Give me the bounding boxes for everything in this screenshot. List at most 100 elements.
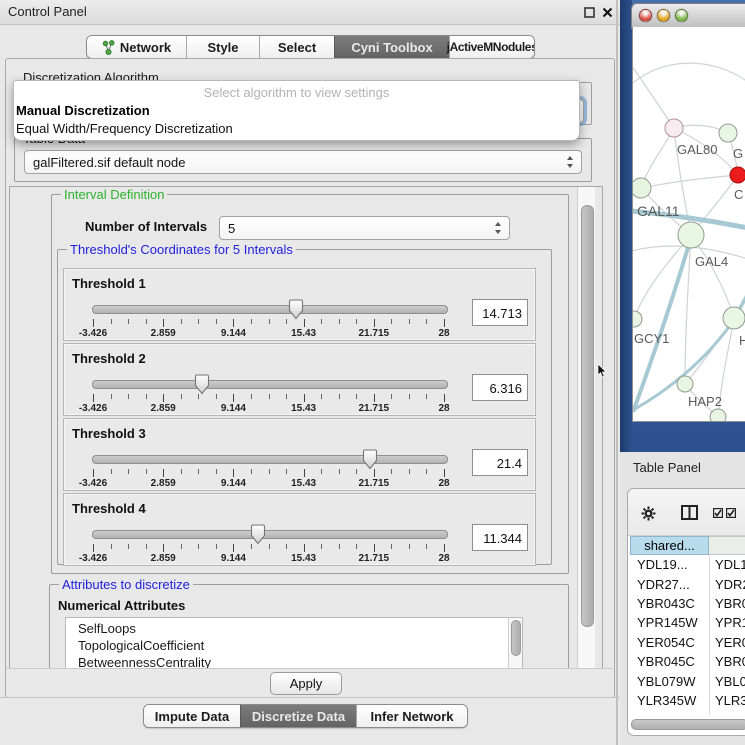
cyni-mode-tabs: Impute Data Discretize Data Infer Networ… bbox=[143, 704, 468, 728]
split-view-icon[interactable] bbox=[681, 505, 698, 521]
network-node-c[interactable] bbox=[730, 167, 745, 183]
network-node-label: G bbox=[733, 146, 743, 161]
settings-vertical-scrollbar[interactable] bbox=[577, 187, 595, 669]
network-node-hap2[interactable] bbox=[677, 376, 693, 392]
network-node[interactable] bbox=[710, 409, 726, 421]
table-row[interactable]: YPR145WYPR1 bbox=[630, 613, 745, 632]
settings-scrollpane: Interval Definition Number of Intervals … bbox=[9, 186, 603, 670]
combo-arrows-icon bbox=[567, 156, 574, 168]
tab-discretize-data-label: Discretize Data bbox=[252, 709, 345, 724]
table-row[interactable]: YER054CYER0 bbox=[630, 633, 745, 652]
tab-discretize-data[interactable]: Discretize Data bbox=[240, 705, 356, 727]
tab-impute-data[interactable]: Impute Data bbox=[144, 705, 240, 727]
threshold-slider-track[interactable] bbox=[92, 380, 448, 389]
network-canvas[interactable]: GAL80GCGAL11GAL4GCY1HHAP2 bbox=[632, 27, 745, 422]
table-row[interactable]: YBR043CYBR0 bbox=[630, 594, 745, 613]
slider-thumb[interactable] bbox=[194, 374, 210, 395]
table-rows[interactable]: YDL19...YDL1YDR27...YDR2YBR043CYBR0YPR14… bbox=[630, 555, 745, 715]
number-of-intervals-combobox[interactable]: 5 bbox=[219, 216, 510, 240]
checkbox-checked-icon-2[interactable] bbox=[726, 508, 736, 518]
threshold-panel: Threshold 2 -3.4262.8599.14415.4321.7152… bbox=[63, 343, 536, 416]
attributes-list-items: SelfLoopsTopologicalCoefficientBetweenne… bbox=[66, 618, 522, 670]
tab-jactivemnodules-label: jActiveMNodules bbox=[447, 40, 535, 54]
threshold-value-field[interactable]: 21.4 bbox=[472, 449, 528, 476]
table-row[interactable]: YDL19...YDL1 bbox=[630, 555, 745, 574]
table-row[interactable]: YBL079WYBL0 bbox=[630, 671, 745, 690]
column-header-name[interactable]: n bbox=[709, 536, 745, 555]
tab-select[interactable]: Select bbox=[259, 36, 334, 58]
attribute-list-item[interactable]: SelfLoops bbox=[66, 620, 522, 637]
close-traffic-light[interactable] bbox=[639, 9, 652, 22]
network-node-label: C bbox=[734, 187, 743, 202]
network-node-label: H bbox=[739, 333, 745, 348]
algorithm-dropdown-popup: Select algorithm to view settings Manual… bbox=[13, 80, 580, 141]
attribute-list-item[interactable]: TopologicalCoefficient bbox=[66, 637, 522, 654]
combo-arrows-icon bbox=[495, 222, 502, 234]
network-node-gcy1[interactable] bbox=[633, 311, 642, 327]
slider-thumb[interactable] bbox=[250, 524, 266, 545]
zoom-traffic-light[interactable] bbox=[675, 9, 688, 22]
interval-definition-label: Interval Definition bbox=[61, 187, 167, 202]
panel-title: Control Panel bbox=[8, 4, 87, 19]
bottom-divider bbox=[0, 697, 620, 698]
threshold-label: Threshold 3 bbox=[72, 426, 146, 441]
network-node-label: GAL4 bbox=[695, 254, 728, 269]
network-window-titlebar[interactable] bbox=[631, 3, 745, 29]
threshold-label: Threshold 1 bbox=[72, 276, 146, 291]
tab-network[interactable]: Network bbox=[87, 36, 186, 58]
table-row[interactable]: YDR27...YDR2 bbox=[630, 574, 745, 593]
network-icon bbox=[102, 40, 115, 55]
network-edge[interactable] bbox=[634, 235, 691, 319]
column-header-shared-name[interactable]: shared... bbox=[630, 536, 709, 555]
network-node-gal11[interactable] bbox=[633, 178, 651, 198]
threshold-slider-track[interactable] bbox=[92, 530, 448, 539]
network-node-gal80[interactable] bbox=[665, 119, 683, 137]
threshold-label: Threshold 4 bbox=[72, 501, 146, 516]
network-node-h[interactable] bbox=[723, 307, 745, 329]
network-edge[interactable] bbox=[633, 62, 674, 128]
popup-option-manual-discretization[interactable]: Manual Discretization bbox=[14, 102, 579, 120]
tab-style[interactable]: Style bbox=[186, 36, 259, 58]
tab-cyni-toolbox[interactable]: Cyni Toolbox bbox=[334, 36, 449, 58]
close-icon[interactable] bbox=[602, 7, 613, 18]
scrollbar-thumb[interactable] bbox=[581, 205, 594, 627]
threshold-value-field[interactable]: 6.316 bbox=[472, 374, 528, 401]
table-row[interactable]: YBR045CYBR0 bbox=[630, 652, 745, 671]
table-data-combobox[interactable]: galFiltered.sif default node bbox=[24, 150, 582, 174]
float-window-icon[interactable] bbox=[584, 7, 595, 18]
numerical-attributes-list[interactable]: SelfLoopsTopologicalCoefficientBetweenne… bbox=[65, 617, 523, 670]
network-node-gal4[interactable] bbox=[678, 222, 704, 248]
control-panel-tabs: Network Style Select Cyni Toolbox jActiv… bbox=[86, 35, 535, 59]
checkbox-checked-icon[interactable] bbox=[713, 508, 723, 518]
popup-option-equal-width-frequency[interactable]: Equal Width/Frequency Discretization bbox=[14, 120, 579, 138]
column-divider bbox=[709, 555, 710, 715]
slider-thumb[interactable] bbox=[288, 299, 304, 320]
threshold-value-field[interactable]: 14.713 bbox=[472, 299, 528, 326]
tab-jactivemnodules[interactable]: jActiveMNodules bbox=[449, 36, 534, 58]
tab-infer-network[interactable]: Infer Network bbox=[356, 705, 467, 727]
network-edge[interactable] bbox=[641, 175, 738, 188]
attributes-list-scrollbar[interactable] bbox=[508, 618, 522, 670]
horizontal-scrollbar[interactable] bbox=[630, 718, 745, 730]
minimize-traffic-light[interactable] bbox=[657, 9, 670, 22]
thresholds-group-label: Threshold's Coordinates for 5 Intervals bbox=[67, 242, 296, 257]
network-node-g[interactable] bbox=[719, 124, 737, 142]
network-node-label: GAL80 bbox=[677, 142, 717, 157]
threshold-slider-track[interactable] bbox=[92, 455, 448, 464]
gear-icon[interactable] bbox=[641, 506, 656, 521]
table-panel-title: Table Panel bbox=[633, 460, 701, 475]
apply-bar: Apply bbox=[6, 668, 613, 696]
threshold-panel: Threshold 1 -3.4262.8599.14415.4321.7152… bbox=[63, 268, 536, 341]
attributes-group-label: Attributes to discretize bbox=[59, 577, 193, 592]
panel-splitter[interactable] bbox=[616, 0, 618, 745]
threshold-label: Threshold 2 bbox=[72, 351, 146, 366]
table-row[interactable]: YLR345WYLR3 bbox=[630, 691, 745, 710]
table-data-value: galFiltered.sif default node bbox=[33, 155, 185, 170]
table-row[interactable]: YIL052CYIL0 bbox=[630, 710, 745, 715]
network-edge[interactable] bbox=[633, 63, 745, 87]
threshold-slider-track[interactable] bbox=[92, 305, 448, 314]
threshold-value-field[interactable]: 11.344 bbox=[472, 524, 528, 551]
slider-thumb[interactable] bbox=[362, 449, 378, 470]
apply-button[interactable]: Apply bbox=[270, 672, 342, 695]
mouse-cursor bbox=[597, 364, 607, 378]
